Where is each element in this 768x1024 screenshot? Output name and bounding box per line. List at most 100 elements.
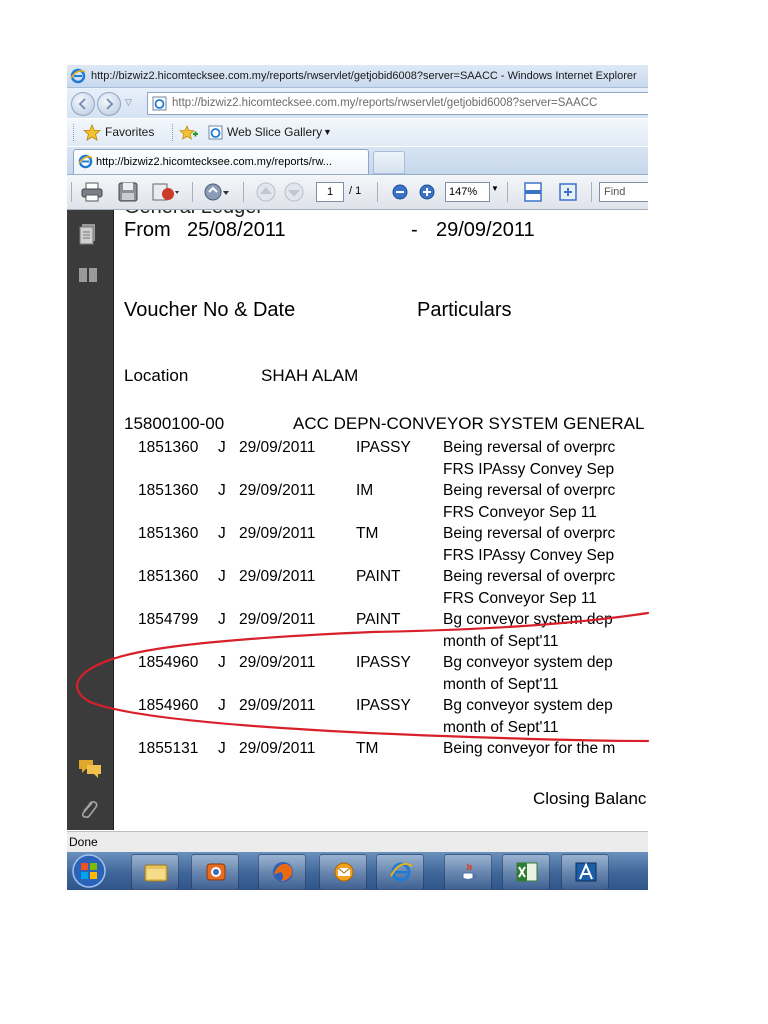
fit-page-icon[interactable] bbox=[557, 181, 579, 203]
navigation-pane bbox=[67, 210, 114, 830]
fit-width-icon[interactable] bbox=[522, 181, 544, 203]
taskbar-item-outlook[interactable] bbox=[319, 854, 367, 890]
status-bar: Done bbox=[67, 831, 648, 852]
taskbar-item-firefox[interactable] bbox=[258, 854, 306, 890]
page-number-input[interactable]: 1 bbox=[316, 182, 344, 202]
particulars-column-header: Particulars bbox=[417, 299, 512, 321]
window-title-bar: http://bizwiz2.hicomtecksee.com.my/repor… bbox=[67, 65, 648, 88]
voucher-number: 1854799 bbox=[138, 611, 199, 628]
voucher-number: 1855131 bbox=[138, 740, 199, 757]
bookmarks-icon[interactable] bbox=[77, 265, 99, 285]
account-name: ACC DEPN-CONVEYOR SYSTEM GENERAL bbox=[293, 414, 645, 433]
department: IPASSY bbox=[356, 697, 411, 714]
new-tab-button[interactable] bbox=[373, 151, 405, 174]
description-line-2: FRS IPAssy Convey Sep bbox=[443, 460, 615, 478]
folder-icon bbox=[144, 864, 168, 882]
voucher-number: 1851360 bbox=[138, 439, 199, 456]
date-dash: - bbox=[411, 219, 418, 241]
taskbar-item-excel[interactable] bbox=[502, 854, 550, 890]
zoom-in-icon[interactable] bbox=[417, 181, 437, 203]
chevron-down-icon[interactable]: ▼ bbox=[323, 119, 332, 146]
page-total: / 1 bbox=[349, 185, 362, 197]
chevron-down-icon[interactable]: ▼ bbox=[491, 184, 499, 193]
description-line-2: month of Sept'11 bbox=[443, 632, 559, 650]
voucher-column-header: Voucher No & Date bbox=[124, 299, 296, 321]
favorites-label[interactable]: Favorites bbox=[105, 119, 154, 146]
divider bbox=[377, 182, 378, 202]
favorites-bar: Favorites Web Slice Gallery ▼ bbox=[67, 119, 648, 146]
previous-page-icon[interactable] bbox=[255, 181, 277, 203]
back-button[interactable] bbox=[71, 92, 95, 116]
tab-strip: http://bizwiz2.hicomtecksee.com.my/repor… bbox=[67, 147, 648, 175]
add-to-favorites-icon[interactable] bbox=[179, 125, 199, 141]
entry-date: 29/09/2011 bbox=[239, 482, 316, 499]
collaborate-icon[interactable] bbox=[203, 181, 231, 203]
print-icon[interactable] bbox=[80, 181, 104, 203]
department: PAINT bbox=[356, 568, 401, 585]
favorites-star-icon[interactable] bbox=[83, 124, 101, 141]
pdf-toolbar: 1 / 1 147% ▼ Find bbox=[67, 175, 648, 210]
autocad-icon bbox=[575, 862, 597, 882]
find-input[interactable]: Find bbox=[599, 182, 648, 202]
location-label: Location bbox=[124, 366, 189, 385]
description-line-1: Bg conveyor system dep bbox=[443, 611, 613, 628]
comments-icon[interactable] bbox=[77, 757, 103, 779]
voucher-number: 1851360 bbox=[138, 568, 199, 585]
forward-arrow-icon bbox=[106, 98, 114, 110]
entry-date: 29/09/2011 bbox=[239, 654, 316, 671]
ie-logo-icon bbox=[70, 68, 86, 84]
entry-date: 29/09/2011 bbox=[239, 568, 316, 585]
taskbar-item-ie[interactable] bbox=[376, 854, 424, 890]
address-row: ▽ http://bizwiz2.hicomtecksee.com.my/rep… bbox=[67, 88, 648, 118]
back-arrow-icon bbox=[78, 98, 86, 110]
email-attach-icon[interactable] bbox=[151, 181, 181, 203]
web-slice-gallery-link[interactable]: Web Slice Gallery bbox=[227, 119, 322, 146]
start-orb-icon[interactable] bbox=[69, 853, 109, 889]
next-page-icon[interactable] bbox=[283, 181, 305, 203]
excel-icon bbox=[516, 862, 538, 882]
voucher-number: 1854960 bbox=[138, 654, 199, 671]
address-bar[interactable]: http://bizwiz2.hicomtecksee.com.my/repor… bbox=[147, 92, 648, 115]
address-url: http://bizwiz2.hicomtecksee.com.my/repor… bbox=[172, 97, 598, 109]
tab-title: http://bizwiz2.hicomtecksee.com.my/repor… bbox=[96, 156, 332, 168]
save-icon[interactable] bbox=[117, 181, 139, 203]
description-line-2: month of Sept'11 bbox=[443, 718, 559, 736]
status-text: Done bbox=[69, 835, 98, 849]
department: TM bbox=[356, 525, 379, 542]
taskbar-item-explorer[interactable] bbox=[131, 854, 179, 890]
web-slice-icon bbox=[208, 125, 223, 140]
department: IM bbox=[356, 482, 374, 499]
entry-type: J bbox=[218, 482, 226, 499]
voucher-number: 1851360 bbox=[138, 525, 199, 542]
description-line-2: FRS IPAssy Convey Sep bbox=[443, 546, 615, 564]
entry-type: J bbox=[218, 568, 226, 585]
entry-type: J bbox=[218, 740, 226, 757]
zoom-out-icon[interactable] bbox=[390, 181, 410, 203]
description-line-1: Being reversal of overprc bbox=[443, 525, 616, 542]
forward-button[interactable] bbox=[97, 92, 121, 116]
location-value: SHAH ALAM bbox=[261, 366, 359, 385]
description-line-1: Being reversal of overprc bbox=[443, 482, 616, 499]
divider bbox=[192, 182, 193, 202]
pages-icon[interactable] bbox=[77, 222, 99, 246]
department: PAINT bbox=[356, 611, 401, 628]
account-code: 15800100-00 bbox=[124, 414, 225, 433]
divider bbox=[507, 182, 508, 202]
taskbar-item-java[interactable] bbox=[444, 854, 492, 890]
taskbar bbox=[67, 852, 648, 890]
browser-tab[interactable]: http://bizwiz2.hicomtecksee.com.my/repor… bbox=[73, 149, 369, 174]
ie-icon bbox=[390, 862, 413, 882]
divider bbox=[71, 182, 72, 202]
taskbar-item-media[interactable] bbox=[191, 854, 239, 890]
zoom-level-field[interactable]: 147% bbox=[445, 182, 490, 202]
taskbar-item-autocad[interactable] bbox=[561, 854, 609, 890]
window-title: http://bizwiz2.hicomtecksee.com.my/repor… bbox=[91, 70, 637, 82]
closing-balance-label: Closing Balanc bbox=[533, 789, 647, 808]
description-line-2: FRS Conveyor Sep 11 bbox=[443, 503, 597, 521]
page-icon bbox=[152, 96, 167, 111]
description-line-1: Bg conveyor system dep bbox=[443, 654, 613, 671]
recent-pages-dropdown-icon[interactable]: ▽ bbox=[125, 97, 132, 108]
department: IPASSY bbox=[356, 439, 411, 456]
attachments-icon[interactable] bbox=[77, 797, 99, 821]
entry-type: J bbox=[218, 654, 226, 671]
